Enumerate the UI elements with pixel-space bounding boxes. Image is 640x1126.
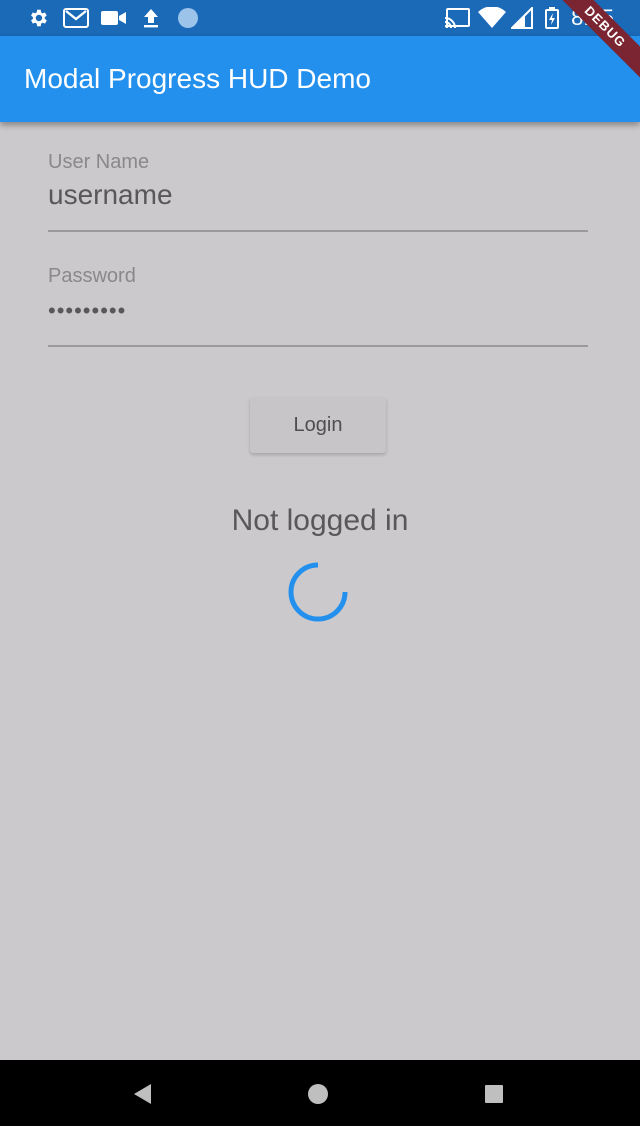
password-label: Password xyxy=(48,265,136,287)
gmail-icon xyxy=(62,6,90,30)
wifi-icon xyxy=(478,6,506,30)
password-field[interactable]: Password ••••••••• xyxy=(48,264,588,348)
app-bar: Modal Progress HUD Demo xyxy=(0,36,640,122)
login-status-text: Not logged in xyxy=(231,504,409,537)
navigation-bar xyxy=(0,1060,640,1126)
login-form: User Name username Password ••••••••• Lo… xyxy=(0,122,640,1060)
username-label: User Name xyxy=(48,151,150,173)
username-underline xyxy=(48,230,588,232)
password-underline xyxy=(48,345,588,347)
app-title: Modal Progress HUD Demo xyxy=(24,63,371,94)
video-camera-icon xyxy=(100,6,128,30)
login-button[interactable]: Login xyxy=(250,397,386,453)
signal-icon xyxy=(510,6,534,30)
progress-spinner xyxy=(286,560,350,624)
settings-icon xyxy=(26,6,50,30)
circle-icon xyxy=(176,6,200,30)
screen: 8:45 Modal Progress HUD Demo DEBUG User … xyxy=(0,0,640,1126)
recents-icon[interactable] xyxy=(480,1080,508,1108)
password-input[interactable]: ••••••••• xyxy=(48,294,588,328)
back-icon[interactable] xyxy=(128,1080,156,1108)
upload-icon xyxy=(140,6,162,30)
home-icon[interactable] xyxy=(304,1080,332,1108)
cast-icon xyxy=(444,6,470,30)
username-input[interactable]: username xyxy=(48,178,588,212)
username-field[interactable]: User Name username xyxy=(48,150,588,234)
status-bar: 8:45 xyxy=(0,0,640,36)
battery-charging-icon xyxy=(544,6,560,30)
